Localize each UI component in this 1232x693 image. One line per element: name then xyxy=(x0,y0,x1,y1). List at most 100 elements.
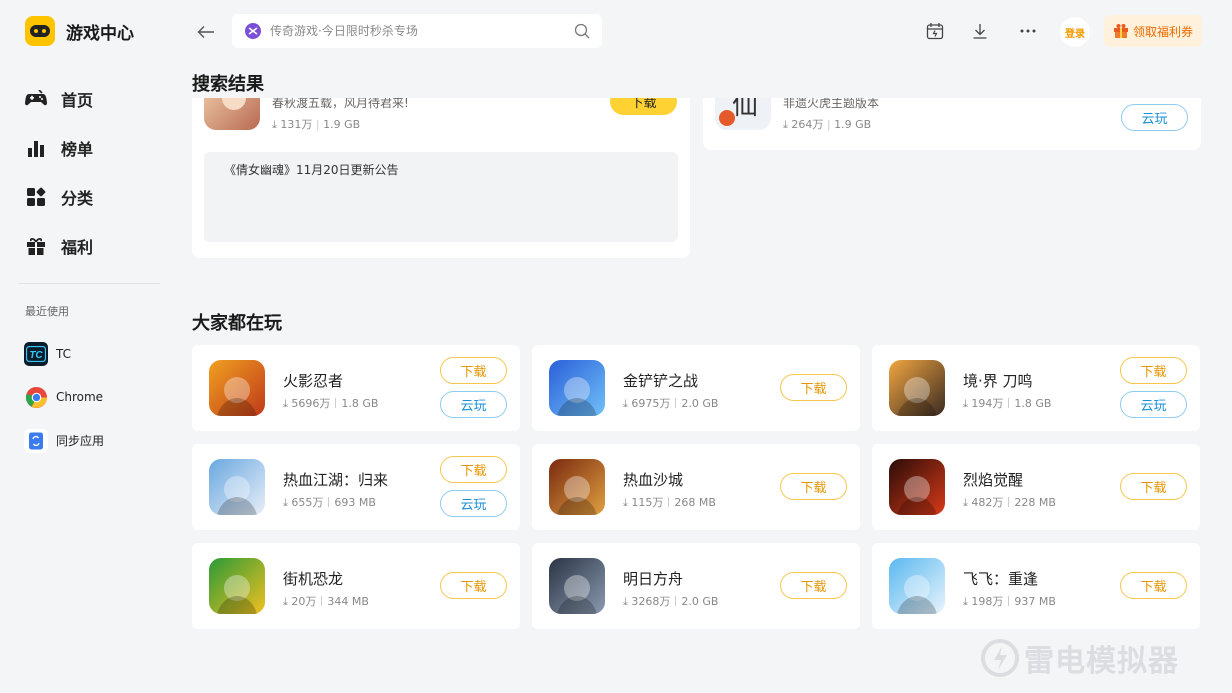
download-icon[interactable] xyxy=(969,20,991,42)
update-notice[interactable]: 《倩女幽魂》11月20日更新公告 xyxy=(204,152,678,242)
search-icon[interactable] xyxy=(574,23,590,39)
recent-item-tc[interactable]: TC TC xyxy=(24,332,104,376)
calendar-icon[interactable] xyxy=(924,20,946,42)
download-count: 655万 xyxy=(291,496,324,509)
meta-separator xyxy=(328,497,330,507)
file-size: 937 MB xyxy=(1014,595,1056,608)
gamepad-icon xyxy=(24,87,48,111)
legend-game-icon xyxy=(245,23,261,39)
file-size: 1.8 GB xyxy=(1014,397,1052,410)
login-button[interactable]: 登录 xyxy=(1060,17,1090,47)
game-name: 热血江湖：归来 xyxy=(283,471,389,489)
download-count: 198万 xyxy=(971,595,1004,608)
cloud-play-button[interactable]: 云玩 xyxy=(440,391,507,418)
download-count: 20万 xyxy=(291,595,317,608)
game-card[interactable]: 热血沙城 ⤓ 115万 268 MB 下载 xyxy=(532,444,860,530)
game-card[interactable]: 烈焰觉醒 ⤓ 482万 228 MB 下载 xyxy=(872,444,1200,530)
game-icon xyxy=(209,360,265,416)
svg-text:仙: 仙 xyxy=(732,98,758,121)
search-bar[interactable] xyxy=(232,14,602,48)
game-meta: ⤓ 6975万 2.0 GB xyxy=(623,395,718,411)
cloud-play-button[interactable]: 云玩 xyxy=(440,490,507,517)
download-button[interactable]: 下载 xyxy=(1120,357,1187,384)
file-size: 2.0 GB xyxy=(681,595,719,608)
game-card[interactable]: 热血江湖：归来 ⤓ 655万 693 MB 下载 云玩 xyxy=(192,444,520,530)
meta-separator xyxy=(668,497,670,507)
game-icon xyxy=(209,459,265,515)
result-card-qiannv[interactable]: 春秋渡五载，风月待君来! ⤓ 131万 | 1.9 GB 下载 《倩女幽魂》11… xyxy=(192,98,690,258)
download-count: 131万 xyxy=(280,118,313,131)
game-name: 火影忍者 xyxy=(283,372,344,390)
nav-label: 福利 xyxy=(61,237,94,257)
result-card-xian[interactable]: 仙 非遗火虎主题版本 ⤓ 264万 | 1.9 GB 云玩 xyxy=(703,98,1201,150)
chrome-icon xyxy=(24,385,48,409)
nav-label: 榜单 xyxy=(61,139,94,159)
game-card[interactable]: 明日方舟 ⤓ 3268万 2.0 GB 下载 xyxy=(532,543,860,629)
coupon-button[interactable]: 领取福利券 xyxy=(1104,15,1202,47)
download-count: 482万 xyxy=(971,496,1004,509)
meta-separator xyxy=(321,596,323,606)
download-button[interactable]: 下载 xyxy=(780,473,847,500)
nav-item-welfare[interactable]: 福利 xyxy=(24,221,93,270)
game-name: 金铲铲之战 xyxy=(623,372,699,390)
recent-label: 同步应用 xyxy=(56,434,105,449)
meta-separator xyxy=(335,398,337,408)
game-icon xyxy=(549,558,605,614)
game-meta: ⤓ 115万 268 MB xyxy=(623,494,716,510)
nav-item-home[interactable]: 首页 xyxy=(24,74,93,123)
game-icon xyxy=(204,98,260,130)
download-button[interactable]: 下载 xyxy=(440,357,507,384)
game-icon: 仙 xyxy=(715,98,771,130)
watermark-logo-icon xyxy=(981,639,1019,677)
nav-label: 首页 xyxy=(61,90,94,110)
app-title: 游戏中心 xyxy=(66,23,134,44)
download-button[interactable]: 下载 xyxy=(780,374,847,401)
file-size: 1.9 GB xyxy=(323,118,361,131)
nav-item-category[interactable]: 分类 xyxy=(24,172,93,221)
game-card[interactable]: 飞飞：重逢 ⤓ 198万 937 MB 下载 xyxy=(872,543,1200,629)
meta-separator xyxy=(675,398,677,408)
back-button[interactable] xyxy=(194,20,218,44)
file-size: 693 MB xyxy=(334,496,376,509)
download-button[interactable]: 下载 xyxy=(440,572,507,599)
download-button[interactable]: 下载 xyxy=(1120,572,1187,599)
file-size: 268 MB xyxy=(674,496,716,509)
game-name: 热血沙城 xyxy=(623,471,684,489)
game-meta: ⤓ 3268万 2.0 GB xyxy=(623,593,718,609)
game-icon xyxy=(549,459,605,515)
file-size: 228 MB xyxy=(1014,496,1056,509)
gift-icon xyxy=(24,234,48,258)
svg-text:TC: TC xyxy=(29,350,43,361)
recent-item-sync[interactable]: 同步应用 xyxy=(24,419,104,463)
game-card[interactable]: 火影忍者 ⤓ 5696万 1.8 GB 下载 云玩 xyxy=(192,345,520,431)
cloud-play-button[interactable]: 云玩 xyxy=(1121,104,1188,131)
brand: 游戏中心 xyxy=(25,16,134,46)
game-meta: ⤓ 655万 693 MB xyxy=(283,494,376,510)
download-button[interactable]: 下载 xyxy=(440,456,507,483)
recent-apps: TC TC Chrome 同步应用 xyxy=(24,332,104,463)
game-meta: ⤓ 482万 228 MB xyxy=(963,494,1056,510)
more-icon[interactable] xyxy=(1017,20,1039,42)
download-count: 5696万 xyxy=(291,397,331,410)
game-name: 街机恐龙 xyxy=(283,570,344,588)
game-icon xyxy=(889,459,945,515)
game-name: 明日方舟 xyxy=(623,570,684,588)
cloud-play-button[interactable]: 云玩 xyxy=(1120,391,1187,418)
arrow-left-icon xyxy=(197,26,214,38)
search-results-title: 搜索结果 xyxy=(192,74,264,95)
download-button[interactable]: 下载 xyxy=(610,98,677,115)
gift-coupon-icon xyxy=(1113,24,1128,38)
game-card[interactable]: 街机恐龙 ⤓ 20万 344 MB 下载 xyxy=(192,543,520,629)
download-button[interactable]: 下载 xyxy=(1120,473,1187,500)
nav-item-ranking[interactable]: 榜单 xyxy=(24,123,93,172)
recent-item-chrome[interactable]: Chrome xyxy=(24,376,104,420)
sidebar-divider xyxy=(18,283,160,284)
search-results-area: 春秋渡五载，风月待君来! ⤓ 131万 | 1.9 GB 下载 《倩女幽魂》11… xyxy=(178,98,1232,268)
download-button[interactable]: 下载 xyxy=(780,572,847,599)
search-input[interactable] xyxy=(270,24,574,38)
game-meta: ⤓ 20万 344 MB xyxy=(283,593,369,609)
game-card[interactable]: 金铲铲之战 ⤓ 6975万 2.0 GB 下载 xyxy=(532,345,860,431)
ranking-icon xyxy=(24,136,48,160)
file-size: 344 MB xyxy=(327,595,369,608)
game-card[interactable]: 境·界 刀鸣 ⤓ 194万 1.8 GB 下载 云玩 xyxy=(872,345,1200,431)
